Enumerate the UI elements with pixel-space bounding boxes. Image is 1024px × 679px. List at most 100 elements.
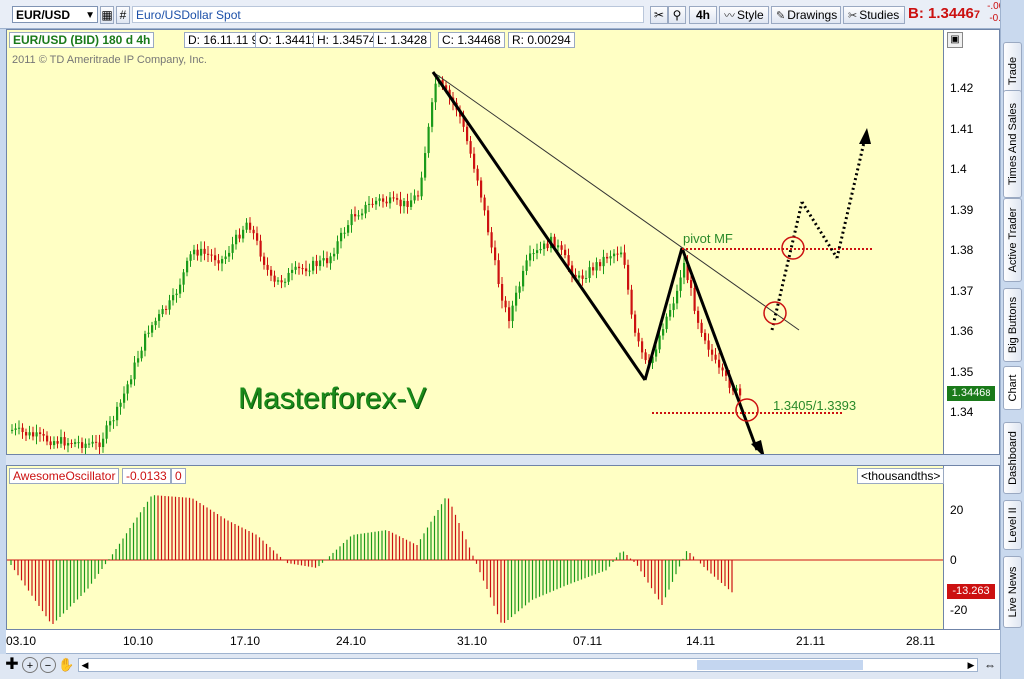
candle-body bbox=[312, 260, 315, 271]
candle-body bbox=[319, 260, 322, 267]
candle-body bbox=[98, 442, 101, 448]
bid-price: B: 1.34467 bbox=[908, 5, 980, 22]
candle-body bbox=[644, 352, 647, 361]
tab-chart-label: Chart bbox=[1006, 374, 1019, 402]
zoom-in-icon[interactable]: + bbox=[22, 657, 38, 673]
candle-body bbox=[32, 432, 35, 437]
candle-body bbox=[630, 289, 633, 315]
candle-body bbox=[182, 272, 185, 285]
candle-body bbox=[102, 438, 105, 448]
candle-body bbox=[189, 254, 192, 261]
candle-body bbox=[546, 243, 549, 249]
symbol-description: Euro/USDollar Spot bbox=[132, 6, 644, 23]
candle-body bbox=[280, 280, 283, 283]
candle-body bbox=[672, 303, 675, 311]
candle-body bbox=[588, 267, 591, 279]
drawings-button[interactable]: ✎ Drawings bbox=[771, 6, 841, 24]
candle-body bbox=[354, 214, 357, 217]
candle-body bbox=[483, 197, 486, 211]
watermark-text: Masterforex-V bbox=[238, 382, 427, 415]
candle-body bbox=[469, 141, 472, 154]
settings-icon[interactable]: ▣ bbox=[947, 32, 963, 48]
candle-body bbox=[231, 244, 234, 253]
tab-level-ii[interactable]: Level II bbox=[1003, 500, 1022, 550]
chevron-down-icon[interactable]: ▼ bbox=[85, 7, 95, 24]
style-button[interactable]: 〰 Style bbox=[719, 6, 769, 24]
crosshair-tool-icon[interactable]: ✚ bbox=[4, 657, 20, 673]
candle-body bbox=[357, 215, 360, 217]
candle-body bbox=[11, 429, 14, 431]
tab-times-and-sales-label: Times And Sales bbox=[1006, 102, 1019, 186]
candle-body bbox=[494, 247, 497, 261]
candle-body bbox=[203, 248, 206, 254]
tab-dashboard[interactable]: Dashboard bbox=[1003, 422, 1022, 494]
candle-body bbox=[221, 259, 224, 264]
price-chart-pane[interactable]: EUR/USD (BID) 180 d 4h D: 16.11.11 9:00 … bbox=[6, 29, 944, 455]
candle-body bbox=[252, 229, 255, 234]
candle-body bbox=[256, 233, 259, 241]
zoom-out-icon[interactable]: − bbox=[40, 657, 56, 673]
oscillator-pane[interactable]: AwesomeOscillator -0.0133 0 <thousandths… bbox=[6, 465, 945, 630]
scroll-right-icon[interactable]: ▶ bbox=[965, 659, 977, 671]
candle-body bbox=[564, 249, 567, 256]
link-icon[interactable]: ▦ bbox=[100, 6, 114, 24]
candle-body bbox=[739, 388, 742, 396]
interval-button[interactable]: 4h bbox=[689, 6, 717, 24]
candle-body bbox=[427, 126, 430, 154]
candle-body bbox=[119, 402, 122, 407]
candle-body bbox=[235, 234, 238, 245]
candle-body bbox=[91, 441, 94, 444]
tab-live-news[interactable]: Live News bbox=[1003, 556, 1022, 628]
trend-line bbox=[432, 71, 800, 331]
candle-body bbox=[707, 340, 710, 350]
tab-times-and-sales[interactable]: Times And Sales bbox=[1003, 90, 1022, 198]
candle-body bbox=[424, 153, 427, 178]
wave-line bbox=[431, 71, 647, 381]
candle-body bbox=[242, 229, 245, 239]
hash-icon[interactable]: # bbox=[116, 6, 130, 24]
candle-body bbox=[168, 300, 171, 310]
line-chart-icon: 〰 bbox=[724, 10, 735, 22]
pane-separator[interactable] bbox=[6, 455, 1000, 465]
expand-icon[interactable]: ⇔ bbox=[982, 658, 998, 672]
zoom-tool-icon[interactable]: ⚲ bbox=[668, 6, 686, 24]
candle-body bbox=[616, 253, 619, 255]
candle-body bbox=[518, 286, 521, 293]
candle-body bbox=[112, 420, 115, 422]
candle-body bbox=[497, 260, 500, 285]
projection-line bbox=[770, 201, 804, 331]
candle-body bbox=[539, 248, 542, 251]
symbol-value: EUR/USD bbox=[16, 8, 71, 22]
candle-body bbox=[403, 201, 406, 207]
candle-body bbox=[333, 253, 336, 257]
candle-body bbox=[396, 198, 399, 200]
candle-body bbox=[634, 314, 637, 333]
time-axis: 03.10 10.10 17.10 24.10 31.10 07.11 14.11 21.11… bbox=[6, 630, 1000, 654]
bottom-toolbar: ✚ + − ✋ ◀ ▶ ⇔ bbox=[0, 654, 1000, 679]
time-tick-label: 24.10 bbox=[336, 634, 367, 648]
tab-chart[interactable]: Chart bbox=[1003, 366, 1022, 410]
candle-body bbox=[378, 198, 381, 201]
time-tick-label: 03.10 bbox=[6, 634, 37, 648]
pan-hand-icon[interactable]: ✋ bbox=[58, 657, 74, 673]
tab-active-trader[interactable]: Active Trader bbox=[1003, 198, 1022, 282]
horizontal-scrollbar[interactable]: ◀ ▶ bbox=[78, 658, 978, 672]
candle-body bbox=[245, 222, 248, 230]
candle-body bbox=[420, 177, 423, 197]
scrollbar-thumb[interactable] bbox=[697, 660, 863, 670]
time-tick-label: 31.10 bbox=[457, 634, 488, 648]
symbol-input[interactable]: EUR/USD ▼ bbox=[12, 6, 98, 23]
candle-body bbox=[525, 260, 528, 271]
candle-body bbox=[63, 437, 66, 446]
candle-body bbox=[350, 214, 353, 226]
scroll-left-icon[interactable]: ◀ bbox=[79, 659, 91, 671]
candle-body bbox=[14, 428, 17, 430]
candle-body bbox=[406, 201, 409, 207]
candle-body bbox=[515, 292, 518, 306]
bid-subdigit: 7 bbox=[973, 9, 980, 21]
tab-big-buttons[interactable]: Big Buttons bbox=[1003, 288, 1022, 362]
crosshair-icon[interactable]: ✂ bbox=[650, 6, 668, 24]
studies-button[interactable]: ✂ Studies bbox=[843, 6, 905, 24]
candle-body bbox=[655, 349, 658, 357]
candle-body bbox=[126, 384, 129, 394]
